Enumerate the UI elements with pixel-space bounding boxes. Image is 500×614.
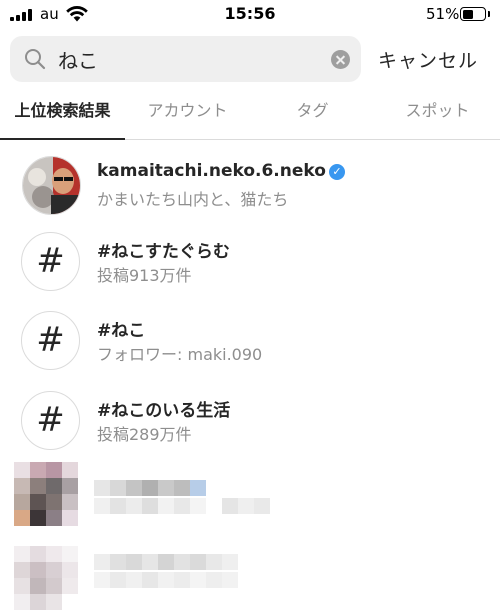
tab-accounts[interactable]: アカウント — [125, 92, 250, 140]
hashtag-icon: # — [21, 311, 80, 370]
battery-icon — [460, 7, 486, 21]
result-hashtag-row[interactable]: # #ねこ フォロワー: maki.090 — [0, 301, 500, 381]
result-title: #ねこすたぐらむ — [97, 242, 230, 262]
clear-search-icon[interactable] — [331, 50, 350, 69]
result-hashtag-row[interactable]: # #ねこのいる生活 投稿289万件 — [0, 381, 500, 461]
result-subtitle: 投稿289万件 — [97, 425, 192, 444]
battery-tip — [488, 11, 490, 17]
result-account-row[interactable]: kamaitachi.neko.6.neko ✓ かまいたち山内と、猫たち — [0, 146, 500, 226]
status-bar: au 15:56 51% — [0, 0, 500, 30]
clock-time: 15:56 — [224, 4, 276, 23]
tab-top-results[interactable]: 上位検索結果 — [0, 92, 125, 140]
pixelated-result-row[interactable] — [14, 462, 274, 532]
search-bar[interactable]: ねこ — [10, 36, 361, 82]
battery-percent: 51% — [426, 5, 460, 23]
result-hashtag-row[interactable]: # #ねこすたぐらむ 投稿913万件 — [0, 222, 500, 302]
tab-places[interactable]: スポット — [375, 92, 500, 140]
tab-tags[interactable]: タグ — [250, 92, 375, 140]
result-subtitle: 投稿913万件 — [97, 266, 192, 285]
result-title: kamaitachi.neko.6.neko ✓ — [97, 161, 345, 181]
result-title: #ねこのいる生活 — [97, 401, 231, 421]
result-title: #ねこ — [97, 321, 146, 341]
pixelated-result-row[interactable] — [14, 546, 274, 614]
verified-badge-icon: ✓ — [328, 164, 345, 180]
search-tabs: 上位検索結果 アカウント タグ スポット — [0, 92, 500, 140]
cancel-button[interactable]: キャンセル — [378, 46, 478, 73]
search-input[interactable]: ねこ — [58, 45, 98, 74]
result-subtitle: かまいたち山内と、猫たち — [97, 190, 289, 209]
hashtag-icon: # — [21, 391, 80, 450]
hashtag-icon: # — [21, 232, 80, 291]
search-icon — [25, 49, 46, 70]
result-subtitle: フォロワー: maki.090 — [97, 345, 263, 364]
avatar — [22, 156, 81, 215]
